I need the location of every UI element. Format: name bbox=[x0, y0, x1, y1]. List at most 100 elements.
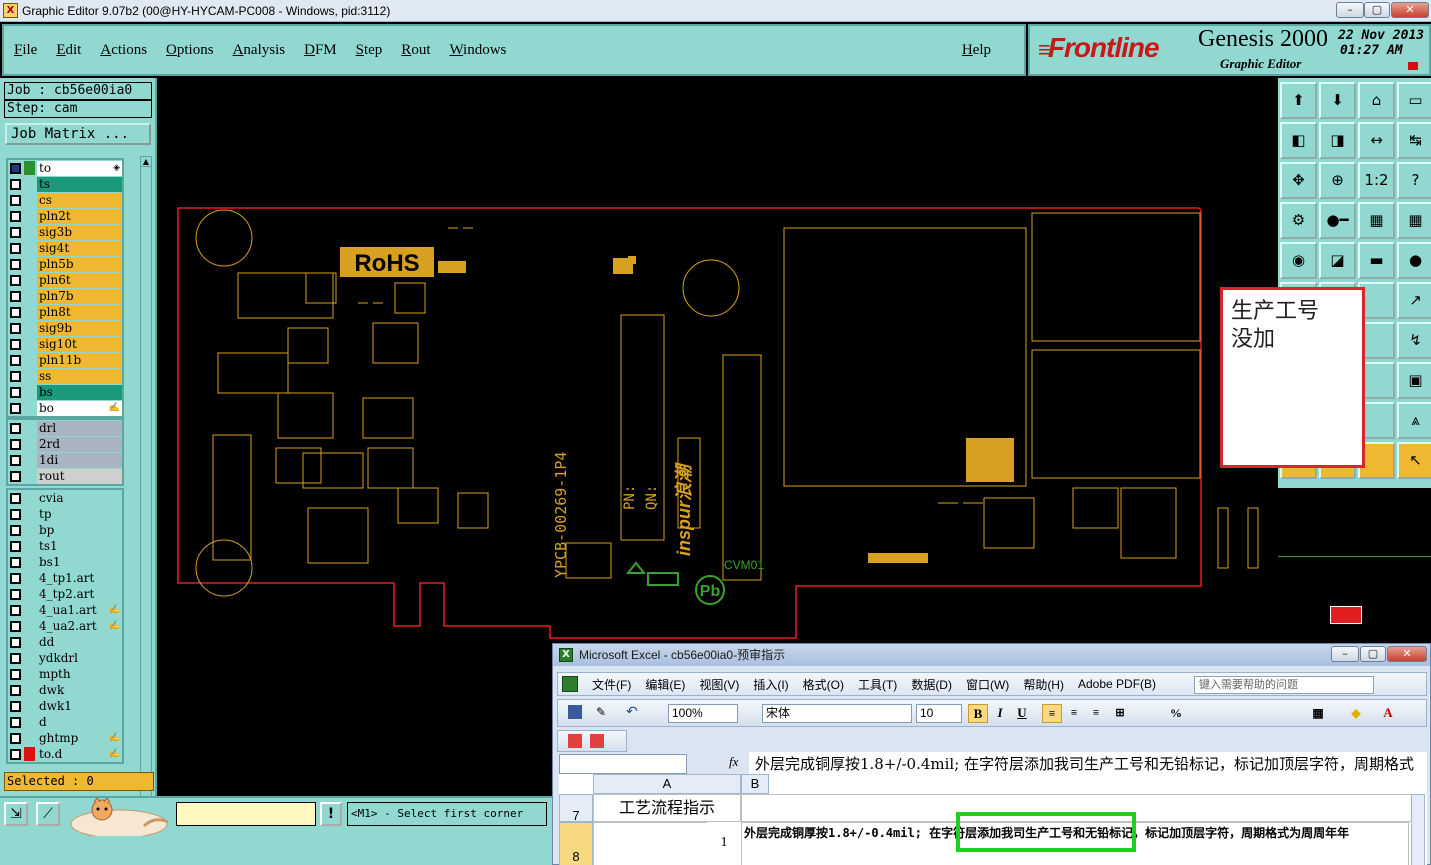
excel-menu-help[interactable]: 帮助(H) bbox=[1023, 676, 1064, 693]
layer-checkbox[interactable] bbox=[10, 370, 21, 382]
save-icon[interactable] bbox=[568, 705, 582, 719]
layer-checkbox[interactable] bbox=[10, 338, 21, 350]
layer-row[interactable]: 4_ua1.art ✍ bbox=[8, 602, 122, 618]
layer-swatch[interactable] bbox=[24, 523, 35, 537]
tool-button-icon[interactable]: ↯ bbox=[1397, 322, 1431, 359]
format-painter-icon[interactable]: ✎ bbox=[596, 705, 612, 719]
close-button[interactable]: ✕ bbox=[1391, 2, 1429, 18]
excel-menu-tools[interactable]: 工具(T) bbox=[858, 676, 897, 693]
layer-name[interactable]: bs bbox=[37, 384, 122, 400]
tool-button-icon[interactable]: ⚙ bbox=[1280, 202, 1317, 239]
excel-menu-insert[interactable]: 插入(I) bbox=[753, 676, 788, 693]
layer-checkbox[interactable] bbox=[10, 210, 21, 222]
excel-menu-edit[interactable]: 编辑(E) bbox=[645, 676, 685, 693]
merge-button[interactable]: ⊞ bbox=[1110, 704, 1130, 723]
layer-name[interactable]: mpth bbox=[37, 666, 122, 682]
layer-row[interactable]: to ◈ bbox=[8, 160, 122, 176]
align-right-button[interactable]: ≡ bbox=[1086, 704, 1106, 723]
tool-button-icon[interactable]: ◪ bbox=[1319, 242, 1356, 279]
scroll-up-icon[interactable]: ▲ bbox=[141, 157, 151, 167]
layer-name[interactable]: pln8t bbox=[37, 304, 122, 320]
menu-analysis[interactable]: Analysis bbox=[233, 42, 286, 59]
layer-swatch[interactable] bbox=[24, 453, 35, 467]
menu-step[interactable]: Step bbox=[356, 42, 383, 59]
layer-row[interactable]: pln2t bbox=[8, 208, 122, 224]
layer-name[interactable]: pln2t bbox=[37, 208, 122, 224]
tool-button-icon[interactable]: ↗ bbox=[1397, 282, 1431, 319]
pcb-canvas[interactable]: RoHS YPCB-00269-1P4 inspur浪潮 PN: QN: Pb … bbox=[158, 78, 1431, 643]
layer-checkbox[interactable] bbox=[10, 454, 21, 466]
layer-name[interactable]: tp bbox=[37, 506, 122, 522]
layer-scrollbar[interactable]: ▲ ▼ bbox=[140, 156, 152, 848]
layer-name[interactable]: dwk1 bbox=[37, 698, 122, 714]
font-select[interactable]: 宋体 bbox=[762, 704, 912, 723]
layer-name[interactable]: cs bbox=[37, 192, 122, 208]
layer-swatch[interactable] bbox=[24, 731, 35, 745]
zoom-select[interactable]: 100% bbox=[668, 704, 738, 723]
layer-name[interactable]: cvia bbox=[37, 490, 122, 506]
tool-button-icon[interactable]: 1:2 bbox=[1358, 162, 1395, 199]
layer-checkbox[interactable] bbox=[10, 422, 21, 434]
excel-menu-window[interactable]: 窗口(W) bbox=[966, 676, 1009, 693]
layer-row[interactable]: 4_tp1.art bbox=[8, 570, 122, 586]
layer-row[interactable]: bs bbox=[8, 384, 122, 400]
tool-button-icon[interactable]: ▦ bbox=[1358, 202, 1395, 239]
tool-button-icon[interactable]: ◨ bbox=[1319, 122, 1356, 159]
layer-swatch[interactable] bbox=[24, 571, 35, 585]
borders-button[interactable]: ▦ bbox=[1308, 704, 1328, 723]
layer-name[interactable]: 1di bbox=[37, 452, 122, 468]
font-size-select[interactable]: 10 bbox=[916, 704, 962, 723]
layer-name[interactable]: dwk bbox=[37, 682, 122, 698]
layer-checkbox[interactable] bbox=[10, 572, 21, 584]
layer-name[interactable]: dd bbox=[37, 634, 122, 650]
pdf-email-icon[interactable] bbox=[590, 734, 604, 748]
tool-button-icon[interactable]: ⩓ bbox=[1397, 402, 1431, 439]
layer-row[interactable]: bs1 bbox=[8, 554, 122, 570]
layer-row[interactable]: 1di bbox=[8, 452, 122, 468]
layer-row[interactable]: pln11b bbox=[8, 352, 122, 368]
layer-row[interactable]: 4_tp2.art bbox=[8, 586, 122, 602]
layer-swatch[interactable] bbox=[24, 469, 35, 483]
tool-button-icon[interactable]: ↔ bbox=[1358, 122, 1395, 159]
layer-row[interactable]: sig10t bbox=[8, 336, 122, 352]
layer-checkbox[interactable] bbox=[10, 716, 21, 728]
vertical-scrollbar[interactable] bbox=[1411, 794, 1425, 865]
layer-checkbox[interactable] bbox=[10, 470, 21, 482]
zoom-area-icon[interactable]: ⇲ bbox=[4, 802, 28, 826]
minimize-button[interactable]: – bbox=[1336, 2, 1364, 18]
layer-checkbox[interactable] bbox=[10, 194, 21, 206]
layer-checkbox[interactable] bbox=[10, 668, 21, 680]
undo-icon[interactable]: ↶ bbox=[626, 704, 638, 720]
layer-checkbox[interactable] bbox=[10, 540, 21, 552]
layer-swatch[interactable] bbox=[24, 337, 35, 351]
layer-swatch[interactable] bbox=[24, 747, 35, 761]
layer-row[interactable]: dwk bbox=[8, 682, 122, 698]
layer-checkbox[interactable] bbox=[10, 588, 21, 600]
row-8-header[interactable]: 8 bbox=[559, 822, 593, 865]
menu-windows[interactable]: Windows bbox=[449, 42, 506, 59]
layer-row[interactable]: 2rd bbox=[8, 436, 122, 452]
layer-name[interactable]: pln6t bbox=[37, 272, 122, 288]
layer-row[interactable]: pln7b bbox=[8, 288, 122, 304]
align-left-button[interactable]: ≡ bbox=[1042, 704, 1062, 723]
coordinate-input[interactable] bbox=[176, 802, 316, 826]
layer-name[interactable]: pln5b bbox=[37, 256, 122, 272]
layer-name[interactable]: pln7b bbox=[37, 288, 122, 304]
layer-row[interactable]: ghtmp ✍ bbox=[8, 730, 122, 746]
layer-swatch[interactable] bbox=[24, 353, 35, 367]
layer-swatch[interactable] bbox=[24, 619, 35, 633]
layer-swatch[interactable] bbox=[24, 539, 35, 553]
layer-name[interactable]: ts1 bbox=[37, 538, 122, 554]
layer-row[interactable]: tp bbox=[8, 506, 122, 522]
name-box[interactable] bbox=[559, 754, 687, 774]
excel-maximize-button[interactable]: ▢ bbox=[1360, 646, 1386, 662]
layer-row[interactable]: dd bbox=[8, 634, 122, 650]
layer-checkbox[interactable] bbox=[10, 386, 21, 398]
layer-swatch[interactable] bbox=[24, 193, 35, 207]
excel-doc-icon[interactable] bbox=[562, 676, 578, 692]
layer-row[interactable]: ts bbox=[8, 176, 122, 192]
layer-swatch[interactable] bbox=[24, 321, 35, 335]
excel-menu-view[interactable]: 视图(V) bbox=[699, 676, 739, 693]
layer-checkbox[interactable] bbox=[10, 636, 21, 648]
layer-checkbox[interactable] bbox=[10, 162, 21, 174]
